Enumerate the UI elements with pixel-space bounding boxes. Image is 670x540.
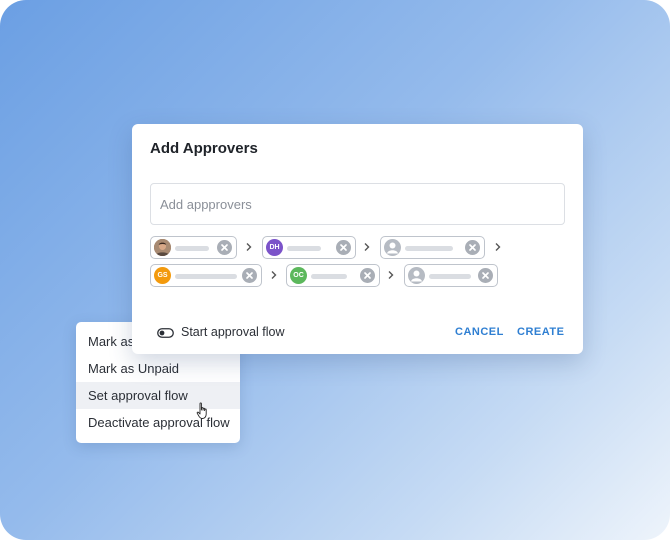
approver-chip[interactable] — [150, 236, 237, 259]
approver-chip[interactable]: DH — [262, 236, 356, 259]
avatar — [154, 239, 171, 256]
chevron-right-icon — [246, 243, 252, 251]
remove-icon[interactable] — [336, 240, 351, 255]
menu-item-set-approval-flow[interactable]: Set approval flow — [76, 382, 240, 409]
approver-chip[interactable] — [404, 264, 498, 287]
name-placeholder-bar — [175, 274, 237, 279]
create-button[interactable]: CREATE — [517, 326, 564, 338]
remove-icon[interactable] — [465, 240, 480, 255]
menu-item-deactivate-approval-flow[interactable]: Deactivate approval flow — [76, 409, 240, 436]
cancel-button[interactable]: CANCEL — [455, 326, 504, 338]
chevron-right-icon — [271, 271, 277, 279]
name-placeholder-bar — [287, 246, 321, 251]
pointer-cursor-icon — [196, 402, 207, 419]
chevron-right-icon — [364, 243, 370, 251]
background-canvas: Mark as Paid Mark as Unpaid Set approval… — [0, 0, 670, 540]
approver-chip[interactable] — [380, 236, 485, 259]
avatar: DH — [266, 239, 283, 256]
name-placeholder-bar — [429, 274, 471, 279]
name-placeholder-bar — [311, 274, 347, 279]
start-approval-flow-label: Start approval flow — [181, 325, 285, 339]
name-placeholder-bar — [175, 246, 209, 251]
remove-icon[interactable] — [217, 240, 232, 255]
remove-icon[interactable] — [478, 268, 493, 283]
chevron-right-icon — [495, 243, 501, 251]
user-placeholder-icon — [384, 239, 401, 256]
remove-icon[interactable] — [360, 268, 375, 283]
add-approvers-input[interactable] — [150, 183, 565, 225]
user-placeholder-icon — [408, 267, 425, 284]
chevron-right-icon — [388, 271, 394, 279]
add-approvers-dialog: Add Approvers DH — [132, 124, 583, 354]
name-placeholder-bar — [405, 246, 453, 251]
menu-item-mark-as-unpaid[interactable]: Mark as Unpaid — [76, 355, 240, 382]
avatar: OC — [290, 267, 307, 284]
toggle-icon[interactable] — [157, 328, 174, 338]
avatar: GS — [154, 267, 171, 284]
remove-icon[interactable] — [242, 268, 257, 283]
dialog-title: Add Approvers — [150, 140, 258, 157]
approver-chip[interactable]: GS — [150, 264, 262, 287]
approver-chip[interactable]: OC — [286, 264, 380, 287]
